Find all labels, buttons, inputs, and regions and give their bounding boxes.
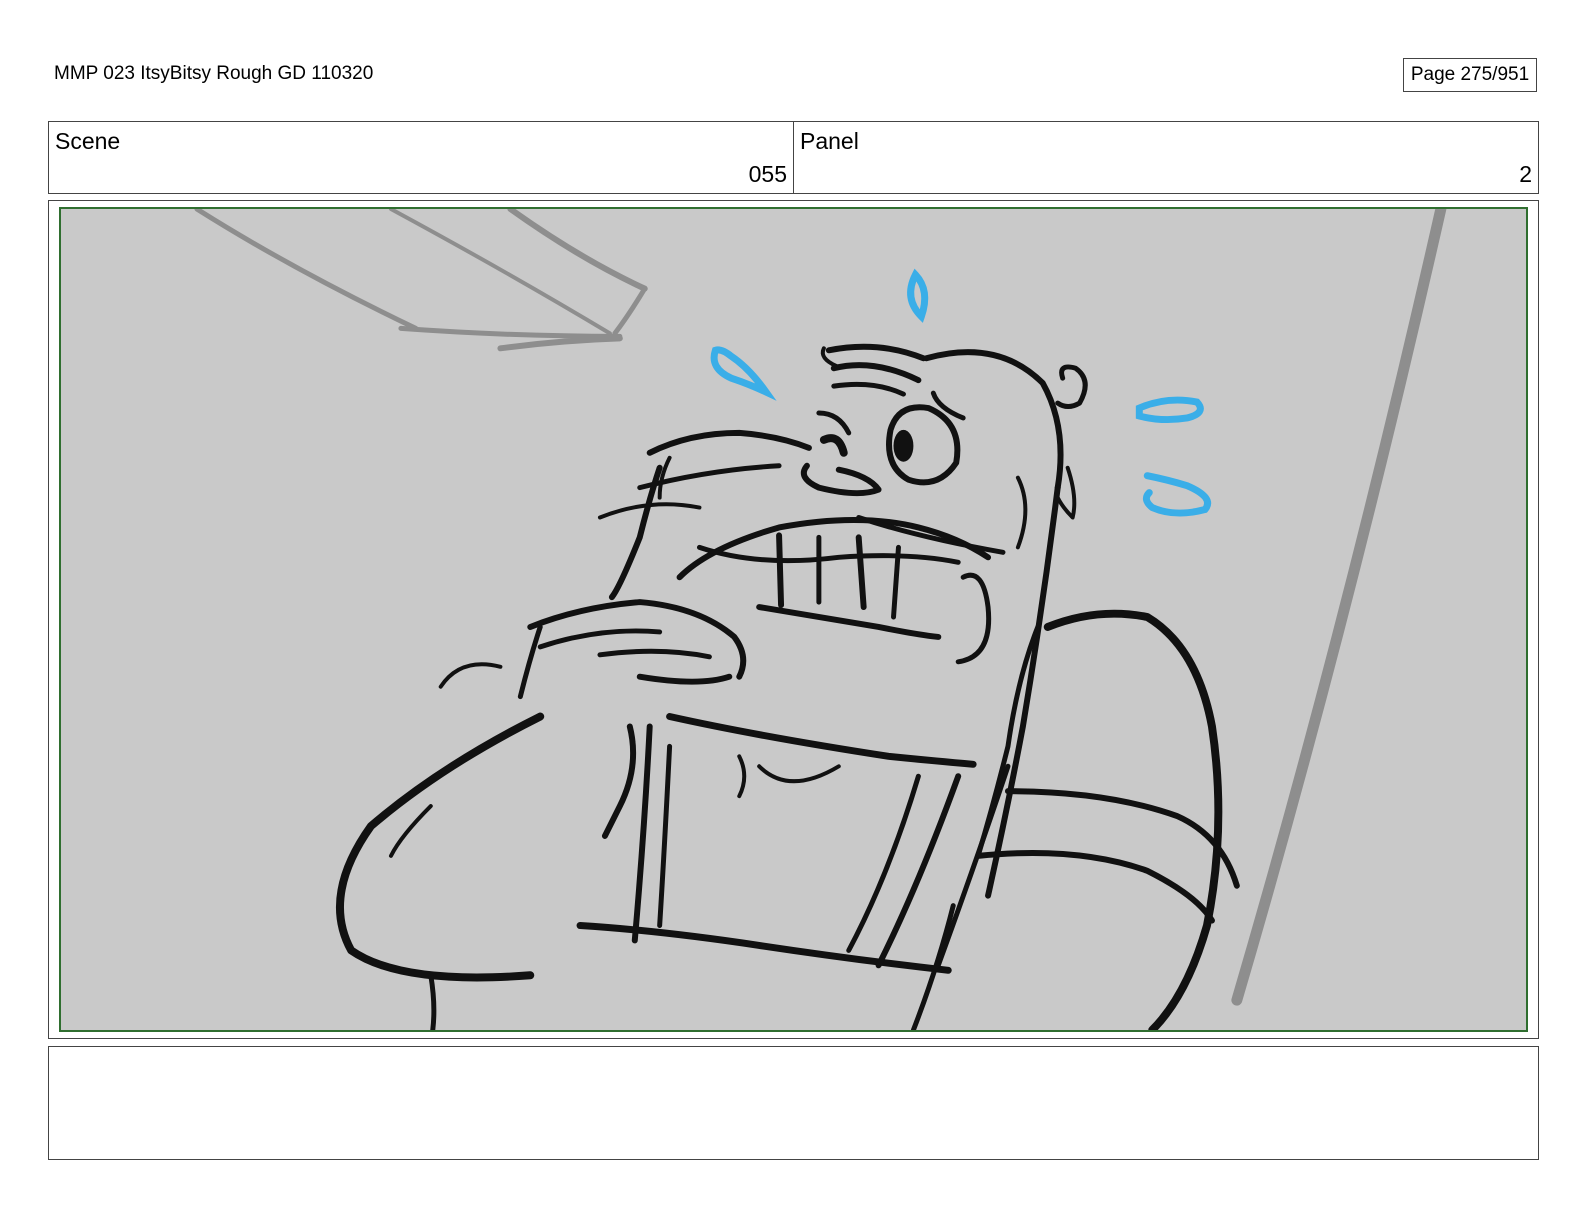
sketch-illustration	[194, 209, 1447, 1030]
panel-cell: Panel 2	[793, 122, 1538, 193]
storyboard-panel-frame	[48, 200, 1539, 1039]
document-title: MMP 023 ItsyBitsy Rough GD 110320	[54, 63, 374, 84]
background-strokes	[194, 209, 1447, 1006]
character-sketch	[336, 343, 1240, 1030]
scene-cell: Scene 055	[49, 122, 793, 193]
panel-number: 2	[1519, 161, 1532, 187]
panel-label: Panel	[800, 128, 859, 154]
scene-number: 055	[748, 161, 787, 187]
scene-label: Scene	[55, 128, 121, 154]
dialogue-notes-box	[48, 1046, 1539, 1160]
sweat-drops	[710, 268, 1212, 517]
page-indicator: Page 275/951	[1403, 58, 1537, 92]
storyboard-drawing	[59, 207, 1528, 1032]
scene-panel-info: Scene 055 Panel 2	[48, 121, 1539, 194]
